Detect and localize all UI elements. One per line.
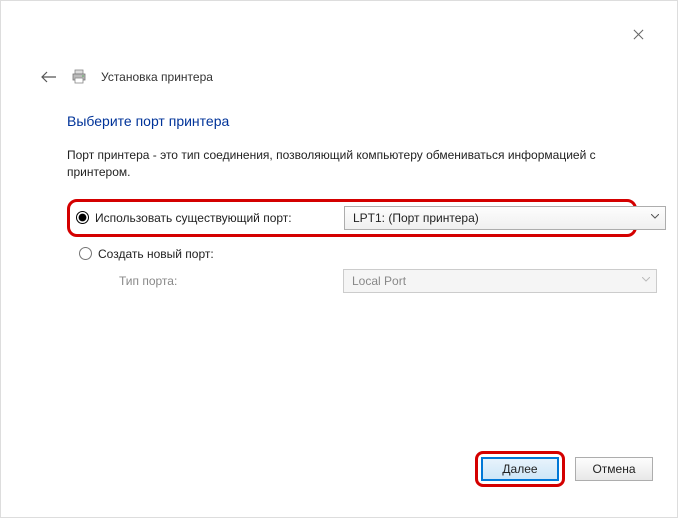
port-type-label: Тип порта:: [79, 274, 335, 288]
chevron-down-icon: [651, 214, 659, 222]
content-area: Выберите порт принтера Порт принтера - э…: [67, 113, 637, 293]
radio-create-new-input[interactable]: [79, 247, 92, 260]
port-type-select: Local Port: [343, 269, 657, 293]
port-type-row: Тип порта: Local Port: [67, 269, 657, 293]
chevron-down-icon: [642, 277, 650, 285]
option-create-new-row: Создать новый порт:: [67, 247, 657, 261]
highlight-next-button: Далее: [475, 451, 565, 487]
page-description: Порт принтера - это тип соединения, позв…: [67, 147, 627, 181]
existing-port-value: LPT1: (Порт принтера): [353, 211, 479, 225]
next-button[interactable]: Далее: [481, 457, 559, 481]
option-use-existing-row: Использовать существующий порт: LPT1: (П…: [76, 206, 666, 230]
back-arrow-icon[interactable]: [41, 69, 57, 85]
existing-port-select[interactable]: LPT1: (Порт принтера): [344, 206, 666, 230]
radio-create-new[interactable]: Создать новый порт:: [79, 247, 214, 261]
printer-icon: [71, 69, 87, 85]
dialog-window: Установка принтера Выберите порт принтер…: [1, 1, 677, 517]
close-icon[interactable]: [633, 29, 645, 41]
dialog-footer: Далее Отмена: [475, 451, 653, 487]
radio-use-existing-label: Использовать существующий порт:: [95, 211, 292, 225]
page-title: Выберите порт принтера: [67, 113, 637, 129]
radio-use-existing-input[interactable]: [76, 211, 89, 224]
cancel-button[interactable]: Отмена: [575, 457, 653, 481]
radio-create-new-label: Создать новый порт:: [98, 247, 214, 261]
window-title: Установка принтера: [101, 70, 213, 84]
port-type-value: Local Port: [352, 274, 406, 288]
radio-use-existing[interactable]: Использовать существующий порт:: [76, 211, 336, 225]
dialog-header: Установка принтера: [41, 69, 213, 85]
highlight-existing-port: Использовать существующий порт: LPT1: (П…: [67, 199, 637, 237]
